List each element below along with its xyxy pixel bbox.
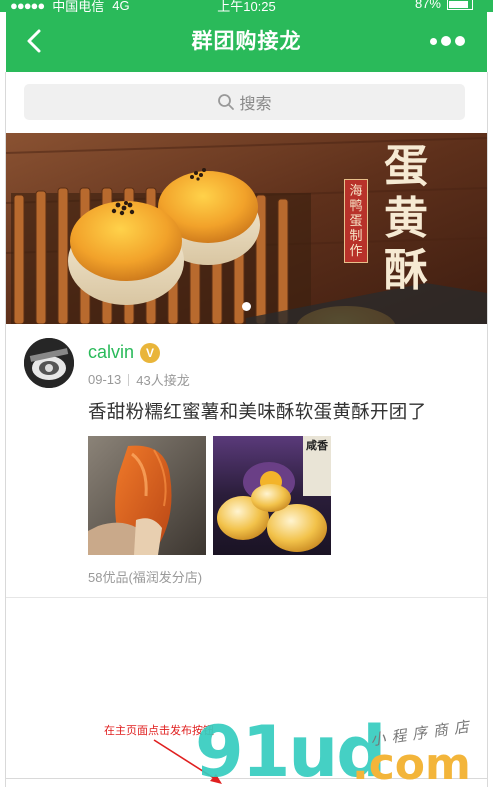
meta-divider xyxy=(128,373,130,386)
group-buy-post[interactable]: calvin V 09-13 43人接龙 香甜粉糯红蜜薯和美味酥软蛋黄酥开团了 xyxy=(6,324,487,598)
participant-count: 43人接龙 xyxy=(136,373,190,388)
nav-bar: 群团购接龙 xyxy=(6,12,487,72)
carousel-indicator xyxy=(6,302,487,311)
search-placeholder: 搜索 xyxy=(239,96,272,113)
watermark-domain: .com xyxy=(352,739,471,787)
product-image-egg-yolk-pastry[interactable]: 咸香 xyxy=(213,436,331,555)
more-dots-icon[interactable] xyxy=(430,36,465,46)
banner-headline: 蛋 黄 酥 xyxy=(376,141,436,297)
right-border xyxy=(487,72,488,787)
banner-char-1: 蛋 xyxy=(384,141,428,192)
product-image-sweet-potato[interactable] xyxy=(88,436,206,555)
battery-percent: 87% xyxy=(414,0,441,11)
banner-char-3: 酥 xyxy=(384,245,428,296)
post-title[interactable]: 香甜粉糯红蜜薯和美味酥软蛋黄酥开团了 xyxy=(88,398,426,424)
banner-tag: 海鸭蛋制作 xyxy=(344,179,368,263)
post-meta: 09-13 43人接龙 xyxy=(88,370,190,389)
battery-icon xyxy=(447,0,473,10)
banner-carousel[interactable]: 海鸭蛋制作 蛋 黄 酥 xyxy=(6,133,487,324)
page-title: 群团购接龙 xyxy=(191,30,302,53)
carousel-dot-active xyxy=(242,302,251,311)
author-name[interactable]: calvin xyxy=(88,342,134,363)
avatar[interactable] xyxy=(24,338,74,388)
shop-name: 58优品(福润发分店) xyxy=(88,570,203,585)
post-date: 09-13 xyxy=(88,372,122,387)
status-bar: ●●●●● 中国电信 4G 上午10:25 87% xyxy=(0,0,493,12)
search-bar: 搜索 xyxy=(6,72,487,132)
banner-char-2: 黄 xyxy=(384,193,428,244)
author-row: calvin V xyxy=(88,342,161,363)
search-input[interactable]: 搜索 xyxy=(24,84,465,120)
thumb-label: 咸香 xyxy=(306,440,328,452)
search-icon xyxy=(218,94,235,110)
verified-badge-icon: V xyxy=(140,342,161,363)
